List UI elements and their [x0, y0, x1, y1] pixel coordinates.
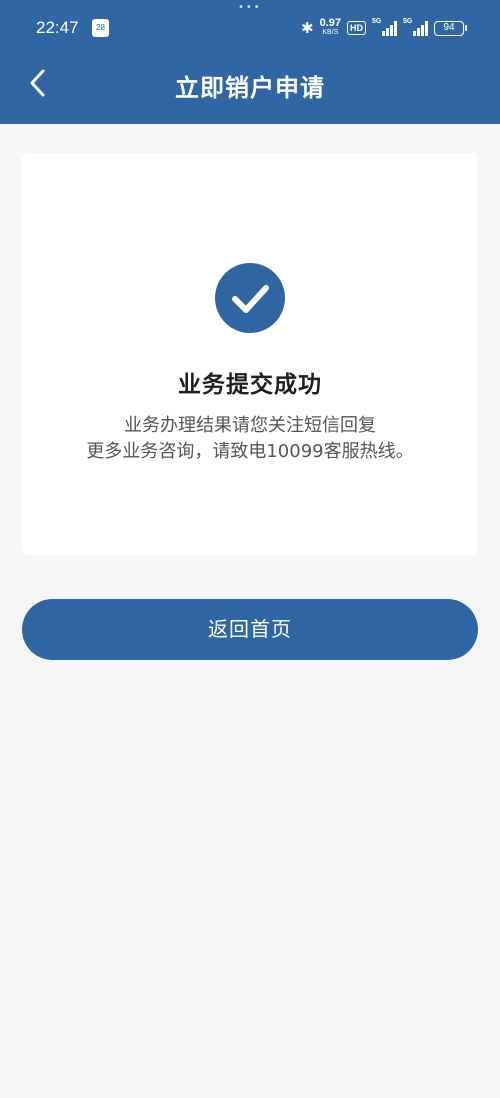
network-speed-value: 0.97 [319, 17, 341, 29]
check-circle-icon [215, 263, 285, 333]
battery-icon: 94 [434, 20, 467, 36]
result-message-line1: 业务办理结果请您关注短信回复 [124, 415, 376, 436]
status-bar: 22:47 28 ••• ✱ 0.97 KB/S HD 5G 5G 94 [0, 0, 500, 56]
more-dots-icon: ••• [238, 2, 262, 13]
return-home-button[interactable]: 返回首页 [22, 599, 478, 660]
page-title: 立即销户申请 [175, 74, 325, 102]
success-title: 业务提交成功 [178, 372, 322, 398]
bluetooth-icon: ✱ [301, 20, 314, 37]
signal-1-label: 5G [372, 18, 382, 25]
status-time: 22:47 [36, 18, 79, 37]
status-indicators: ✱ 0.97 KB/S HD 5G 5G 94 [301, 16, 467, 40]
nav-bar: 立即销户申请 [0, 56, 500, 116]
network-speed: 0.97 KB/S [319, 17, 341, 37]
app-header: 22:47 28 ••• ✱ 0.97 KB/S HD 5G 5G 94 立即销… [0, 0, 500, 124]
result-message-line2: 更多业务咨询，请致电10099客服热线。 [86, 441, 414, 462]
signal-icon: 5G [372, 18, 397, 36]
calendar-icon: 28 [92, 19, 109, 37]
result-card: 业务提交成功 业务办理结果请您关注短信回复 更多业务咨询，请致电10099客服热… [22, 153, 478, 555]
network-speed-unit: KB/S [322, 29, 339, 36]
hd-badge: HD [347, 21, 366, 35]
signal-icon-2: 5G [403, 18, 428, 36]
signal-2-label: 5G [403, 18, 413, 25]
